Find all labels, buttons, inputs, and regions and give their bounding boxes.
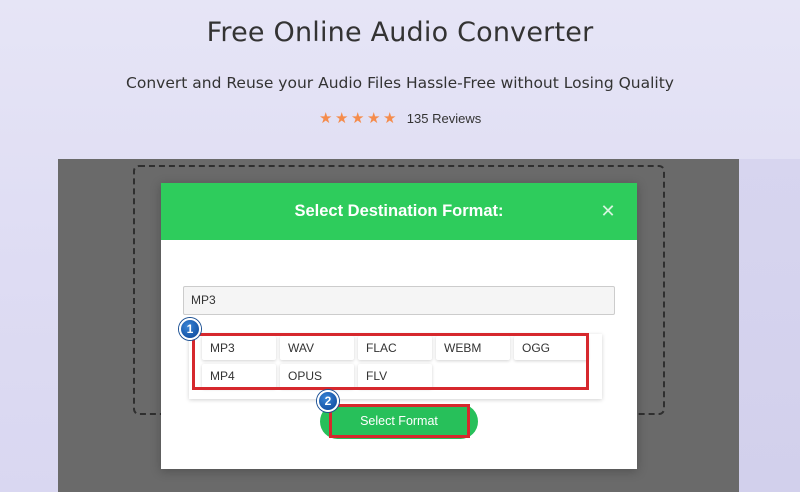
- reviews-count: 135 Reviews: [406, 110, 482, 126]
- format-option-opus[interactable]: OPUS: [280, 364, 354, 388]
- format-option-wav[interactable]: WAV: [280, 336, 354, 360]
- step-badge-1: 1: [179, 318, 201, 340]
- modal-title: Select Destination Format:: [294, 202, 504, 220]
- star-icon: ★: [335, 110, 349, 127]
- select-format-button[interactable]: Select Format: [320, 404, 478, 439]
- star-icon: ★: [351, 110, 365, 127]
- format-options: MP3 WAV FLAC WEBM OGG MP4 OPUS FLV: [202, 336, 592, 388]
- format-option-mp3[interactable]: MP3: [202, 336, 276, 360]
- close-icon[interactable]: ✕: [599, 202, 617, 220]
- star-rating: ★ ★ ★ ★ ★: [319, 109, 397, 127]
- format-option-flac[interactable]: FLAC: [358, 336, 432, 360]
- star-icon: ★: [319, 110, 333, 127]
- rating: ★ ★ ★ ★ ★ 135 Reviews: [0, 109, 800, 127]
- step-badge-2: 2: [317, 390, 339, 412]
- selected-format-field[interactable]: MP3: [183, 286, 615, 315]
- star-icon: ★: [367, 110, 381, 127]
- modal-header: Select Destination Format: ✕: [161, 183, 637, 240]
- format-option-webm[interactable]: WEBM: [436, 336, 510, 360]
- page-background-strip: [739, 159, 800, 492]
- star-icon: ★: [383, 110, 397, 127]
- format-modal: Select Destination Format: ✕ MP3 MP3 WAV…: [161, 183, 637, 469]
- format-option-mp4[interactable]: MP4: [202, 364, 276, 388]
- format-option-ogg[interactable]: OGG: [514, 336, 588, 360]
- page-title: Free Online Audio Converter: [206, 17, 594, 48]
- page-subtitle: Convert and Reuse your Audio Files Hassl…: [126, 74, 674, 92]
- format-option-flv[interactable]: FLV: [358, 364, 432, 388]
